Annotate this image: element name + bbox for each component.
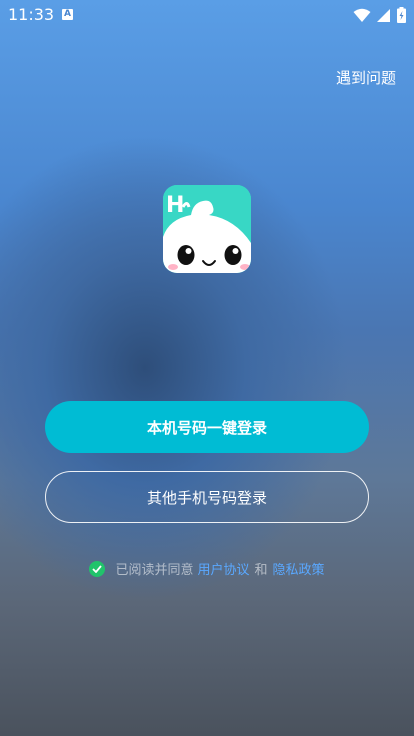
logo-letters: H [166,193,184,218]
agreement-prefix: 已阅读并同意 [115,563,194,578]
agreement-checkbox[interactable] [89,560,106,577]
battery-icon [397,7,406,23]
other-phone-login-button[interactable]: 其他手机号码登录 [45,471,369,523]
status-time: 11:33 [8,5,55,24]
status-bar: 11:33 A [0,0,414,30]
status-icons [353,7,406,23]
agreement-row: 已阅读并同意 用户协议 和 隐私政策 [0,559,414,578]
user-agreement-link[interactable]: 用户协议 [197,559,249,578]
one-click-login-button[interactable]: 本机号码一键登录 [45,401,369,453]
privacy-policy-link[interactable]: 隐私政策 [273,559,325,578]
help-link[interactable]: 遇到问题 [336,67,396,88]
agreement-and: 和 [254,563,268,578]
app-logo: H [163,185,251,273]
mascot-logo-icon: H [163,185,251,273]
wifi-icon [353,8,371,22]
check-icon [92,564,103,573]
signal-icon [377,8,390,22]
notification-a-icon: A [62,9,73,20]
